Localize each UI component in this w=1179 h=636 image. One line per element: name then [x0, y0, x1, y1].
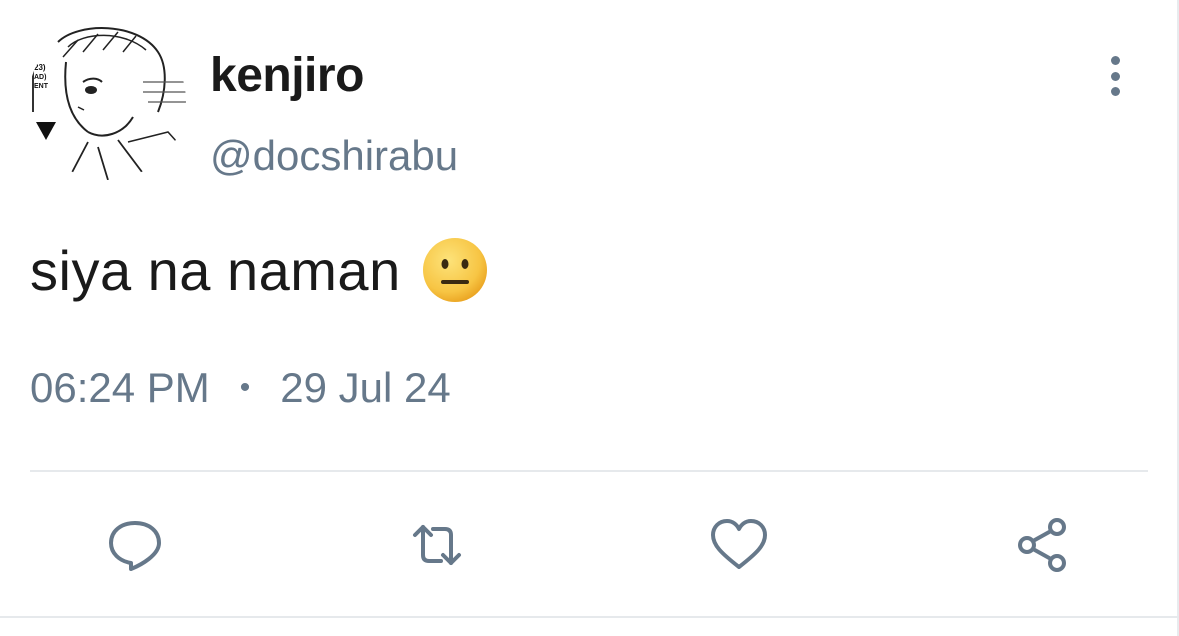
tweet-card: 23) AD) ENT kenjiro @docshirabu siya na … [0, 0, 1179, 636]
tweet-text: siya na naman [30, 238, 401, 302]
tweet-date: 29 Jul 24 [280, 364, 451, 411]
more-options-button[interactable] [1096, 54, 1134, 98]
share-button[interactable] [1008, 510, 1078, 580]
action-bar [0, 510, 1179, 580]
more-vertical-icon [1110, 56, 1120, 65]
retweet-button[interactable] [402, 510, 472, 580]
divider [30, 470, 1148, 472]
avatar-tag-2: AD) [34, 74, 46, 81]
bottom-divider [0, 616, 1179, 618]
tweet-time: 06:24 PM [30, 364, 210, 411]
reply-button[interactable] [100, 510, 170, 580]
reply-icon [109, 521, 161, 571]
like-button[interactable] [704, 510, 774, 580]
avatar[interactable]: 23) AD) ENT [28, 22, 186, 180]
retweet-icon [413, 525, 461, 565]
avatar-tag-3: ENT [34, 83, 49, 90]
more-dot [1110, 71, 1120, 81]
avatar-image: 23) AD) ENT [28, 22, 186, 180]
heart-icon [711, 519, 767, 569]
neutral-face-emoji-icon [422, 238, 487, 302]
display-name[interactable]: kenjiro [210, 48, 364, 103]
user-handle[interactable]: @docshirabu [210, 132, 458, 180]
more-dot [1110, 87, 1120, 96]
tweet-body: siya na naman [30, 236, 489, 304]
avatar-tag-1: 23) [34, 63, 46, 72]
tweet-meta: 06:24 PM • 29 Jul 24 [30, 364, 451, 412]
share-icon [1018, 518, 1066, 572]
meta-separator: • [239, 371, 251, 404]
